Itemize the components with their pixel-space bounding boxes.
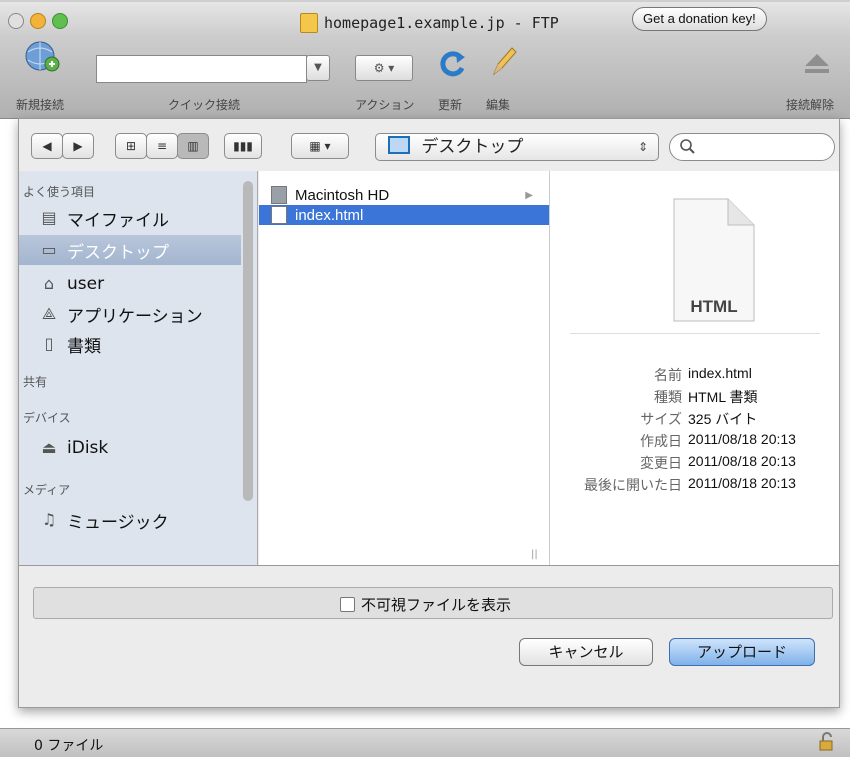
coverflow-view-button[interactable]: ▮▮▮ (224, 133, 262, 159)
info-row-size: サイズ 325 バイト (640, 411, 758, 427)
column-resize-handle[interactable]: || (531, 549, 538, 560)
title-bar: homepage1.example.jp - FTP Get a donatio… (0, 2, 850, 36)
show-hidden-files-checkbox[interactable]: 不可視ファイルを表示 (340, 594, 511, 615)
refresh-icon (440, 51, 465, 77)
upload-sheet: ◀ ▶ ⊞ ≡ ▥ ▮▮▮ ▦ ▾ デスクトップ ⇕ よく使う項目 ▤ マイファ… (18, 118, 840, 708)
sidebar-item-label: iDisk (67, 438, 109, 458)
close-window-button[interactable] (8, 13, 24, 29)
status-bar: 0 ファイル (0, 728, 850, 757)
sidebar-item-label: user (67, 274, 105, 294)
new-connection-button[interactable] (22, 40, 62, 74)
browser-bottom-border (19, 565, 839, 566)
document-icon (300, 13, 318, 33)
gear-icon: ⚙ (373, 61, 385, 75)
lock-icon (819, 732, 833, 751)
sidebar-scrollbar[interactable] (243, 181, 253, 501)
sidebar-header-devices: デバイス (23, 411, 71, 425)
disclosure-arrow-icon: ▶ (525, 189, 533, 201)
html-file-icon (271, 206, 287, 224)
hard-drive-icon (271, 186, 287, 204)
edit-label: 編集 (486, 98, 511, 112)
sidebar-item-documents[interactable]: ▯ 書類 (19, 329, 241, 359)
action-label: アクション (355, 98, 415, 112)
zoom-window-button[interactable] (52, 13, 68, 29)
checkbox-box[interactable] (340, 597, 355, 612)
documents-icon: ▯ (44, 334, 54, 353)
popup-arrows-icon: ⇕ (637, 140, 648, 154)
search-field[interactable] (669, 133, 835, 161)
applications-icon: ⟁ (41, 304, 57, 323)
back-button[interactable]: ◀ (31, 133, 63, 159)
sheet-toolbar: ◀ ▶ ⊞ ≡ ▥ ▮▮▮ ▦ ▾ デスクトップ ⇕ (19, 119, 839, 171)
file-name: Macintosh HD (295, 186, 390, 204)
file-column: Macintosh HD ▶ index.html || (259, 171, 550, 565)
file-row-index-html[interactable]: index.html (259, 205, 549, 225)
sidebar-header-media: メディア (23, 483, 71, 497)
preview-pane: HTML 名前 index.html 種類 HTML 書類 サイズ 325 バイ… (550, 171, 839, 565)
icon-view-button[interactable]: ⊞ (115, 133, 147, 159)
sidebar-header-shared: 共有 (23, 375, 48, 389)
column-view-button[interactable]: ▥ (177, 133, 209, 159)
cancel-button[interactable]: キャンセル (519, 638, 653, 666)
sidebar-item-label: デスクトップ (67, 242, 169, 263)
file-count: 0 ファイル (34, 738, 104, 754)
my-files-icon: ▤ (41, 208, 57, 227)
sidebar-item-idisk[interactable]: ⏏ iDisk (19, 433, 241, 463)
donation-key-button[interactable]: Get a donation key! (632, 7, 767, 31)
info-row-modified: 変更日 2011/08/18 20:13 (640, 453, 796, 471)
pencil-icon (492, 47, 517, 76)
desktop-folder-icon (388, 136, 410, 154)
file-name: index.html (295, 206, 364, 224)
arrange-menu-button[interactable]: ▦ ▾ (291, 133, 349, 159)
upload-button[interactable]: アップロード (669, 638, 815, 666)
quick-connect-label: クイック接続 (168, 98, 241, 112)
preview-doc-label: HTML (690, 297, 738, 316)
search-icon (680, 139, 695, 154)
home-icon: ⌂ (43, 274, 55, 293)
new-connection-label: 新規接続 (15, 98, 64, 112)
window-title: homepage1.example.jp - FTP (300, 12, 559, 34)
sidebar-header-favorites: よく使う項目 (23, 185, 96, 199)
location-popup[interactable]: デスクトップ ⇕ (375, 133, 659, 161)
info-row-kind: 種類 HTML 書類 (654, 389, 758, 405)
options-bar: 不可視ファイルを表示 (33, 587, 833, 619)
forward-button[interactable]: ▶ (62, 133, 94, 159)
show-hidden-files-label: 不可視ファイルを表示 (361, 596, 512, 614)
disconnect-button[interactable] (802, 50, 832, 76)
location-label: デスクトップ (421, 137, 524, 157)
refresh-label: 更新 (438, 98, 463, 112)
sidebar-item-label: 書類 (67, 336, 101, 357)
info-row-name: 名前 index.html (654, 365, 752, 383)
globe-icon (25, 41, 60, 72)
sidebar-item-user[interactable]: ⌂ user (19, 269, 241, 299)
sidebar-item-label: ミュージック (67, 512, 169, 533)
sidebar-item-label: マイファイル (67, 210, 169, 231)
idisk-icon: ⏏ (41, 438, 57, 457)
quick-connect-input[interactable] (96, 55, 307, 83)
disconnect-label: 接続解除 (786, 98, 835, 112)
sidebar: よく使う項目 ▤ マイファイル ▭ デスクトップ ⌂ user ⟁ アプリケーシ… (19, 171, 258, 565)
action-menu-button[interactable]: ⚙ ▾ (355, 55, 413, 81)
info-row-created: 作成日 2011/08/18 20:13 (640, 431, 796, 449)
sidebar-item-my-files[interactable]: ▤ マイファイル (19, 203, 241, 233)
preview-divider (570, 333, 820, 334)
sidebar-item-label: アプリケーション (67, 306, 203, 327)
refresh-button[interactable] (438, 48, 468, 78)
desktop-icon: ▭ (41, 240, 57, 259)
sidebar-item-desktop[interactable]: ▭ デスクトップ (19, 235, 241, 265)
eject-icon (805, 54, 829, 73)
file-row-macintosh-hd[interactable]: Macintosh HD ▶ (259, 185, 549, 205)
edit-button[interactable] (488, 44, 518, 78)
sidebar-item-applications[interactable]: ⟁ アプリケーション (19, 299, 241, 329)
music-icon: ♫ (41, 510, 57, 529)
sidebar-item-music[interactable]: ♫ ミュージック (19, 505, 241, 535)
quick-connect-dropdown[interactable]: ▼ (306, 55, 330, 81)
minimize-window-button[interactable] (30, 13, 46, 29)
window-title-text: homepage1.example.jp - FTP (324, 14, 559, 32)
list-view-button[interactable]: ≡ (146, 133, 178, 159)
info-row-last-opened: 最後に開いた日 2011/08/18 20:13 (584, 475, 796, 493)
